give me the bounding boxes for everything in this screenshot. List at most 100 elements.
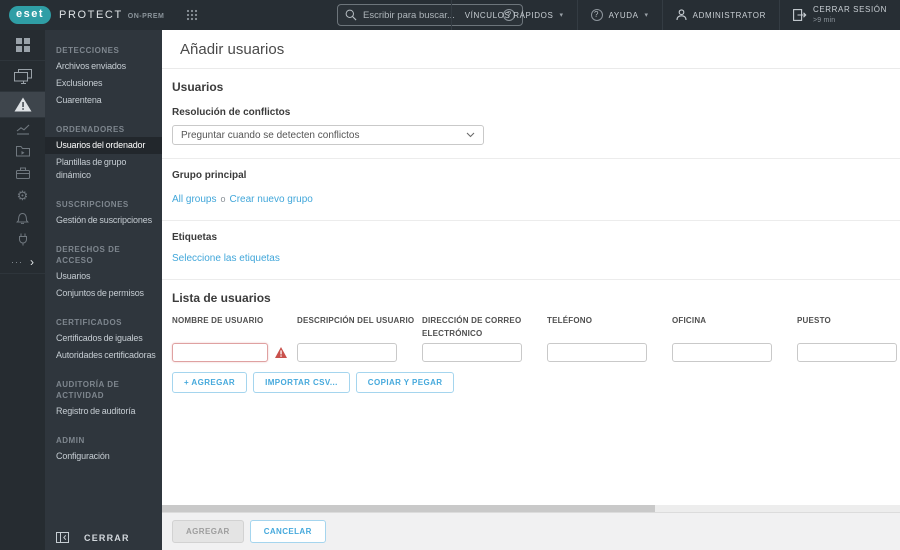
logout-icon bbox=[793, 9, 807, 21]
rail-item-dashboard[interactable] bbox=[0, 30, 45, 61]
all-groups-link[interactable]: All groups bbox=[172, 194, 216, 205]
email-input[interactable] bbox=[422, 343, 522, 362]
eset-logo-badge: eset bbox=[9, 6, 52, 24]
logout-button[interactable]: CERRAR SESIÓN >9 min bbox=[778, 0, 900, 30]
table-row bbox=[797, 343, 900, 362]
help-menu[interactable]: ? AYUDA ▾ bbox=[576, 0, 662, 30]
product-name: PROTECT bbox=[59, 9, 123, 21]
computers-icon bbox=[13, 68, 32, 84]
row-buttons: + AGREGAR IMPORTAR CSV... COPIAR Y PEGAR bbox=[172, 372, 900, 393]
session-timer: >9 min bbox=[812, 16, 836, 24]
quick-links-label: VÍNCULOS RÁPIDOS bbox=[464, 10, 554, 20]
chevron-right-icon: › bbox=[30, 254, 34, 269]
user-list-title: Lista de usuarios bbox=[172, 291, 271, 305]
cancel-button[interactable]: CANCELAR bbox=[249, 520, 326, 543]
section-header-ordenadores: ORDENADORES bbox=[56, 125, 125, 134]
collapse-sidebar-button[interactable]: CERRAR bbox=[45, 532, 162, 543]
or-separator: o bbox=[220, 194, 226, 204]
user-label: ADMINISTRATOR bbox=[692, 10, 766, 20]
table-row bbox=[172, 343, 297, 362]
validation-warning-icon bbox=[275, 347, 287, 358]
sidebar-item-usuarios[interactable]: Usuarios bbox=[45, 268, 162, 285]
users-section: Usuarios Resolución de conflictos Pregun… bbox=[162, 69, 900, 159]
sidebar-submenu: DETECCIONES Archivos enviados Exclusione… bbox=[45, 30, 162, 550]
sidebar-item-cuarentena[interactable]: Cuarentena bbox=[45, 92, 162, 109]
sidebar-item-exclusiones[interactable]: Exclusiones bbox=[45, 75, 162, 92]
top-bar: eset PROTECT ON-PREM ? VÍNCULOS RÁPIDOS … bbox=[0, 0, 900, 30]
rail-item-reports[interactable] bbox=[0, 118, 45, 140]
sidebar-item-archivos-enviados[interactable]: Archivos enviados bbox=[45, 58, 162, 75]
chevron-down-icon: ▾ bbox=[559, 12, 564, 19]
bell-icon bbox=[16, 212, 29, 224]
users-section-title: Usuarios bbox=[172, 80, 224, 94]
section-header-derechos-acceso: DERECHOS DE ACCESO bbox=[56, 245, 121, 265]
quick-links-menu[interactable]: VÍNCULOS RÁPIDOS ▾ bbox=[450, 0, 577, 30]
section-header-detecciones: DETECCIONES bbox=[56, 46, 120, 55]
rail-item-policies[interactable]: ⚙ bbox=[0, 184, 45, 206]
select-tags-link[interactable]: Seleccione las etiquetas bbox=[172, 253, 280, 264]
sidebar-item-gestion-suscripciones[interactable]: Gestión de suscripciones bbox=[45, 212, 162, 229]
add-row-button[interactable]: + AGREGAR bbox=[172, 372, 248, 393]
tags-label: Etiquetas bbox=[172, 232, 218, 243]
rail-item-installers[interactable] bbox=[0, 162, 45, 184]
help-icon: ? bbox=[590, 9, 603, 21]
eset-logo: eset PROTECT ON-PREM bbox=[0, 6, 164, 24]
table-row bbox=[672, 343, 797, 362]
rail-item-more[interactable]: ··· › bbox=[0, 250, 45, 274]
user-menu[interactable]: ADMINISTRATOR bbox=[661, 0, 779, 30]
copy-paste-button[interactable]: COPIAR Y PEGAR bbox=[355, 372, 455, 393]
footer-bar: AGREGAR CANCELAR bbox=[162, 512, 900, 550]
table-row bbox=[547, 343, 672, 362]
folder-icon bbox=[15, 146, 30, 157]
icon-rail: ⚙ ··· › bbox=[0, 30, 45, 550]
logout-label: CERRAR SESIÓN bbox=[812, 4, 887, 14]
rail-item-notifications[interactable] bbox=[0, 206, 45, 228]
parent-group-label: Grupo principal bbox=[172, 170, 247, 181]
sidebar-item-usuarios-del-ordenador[interactable]: Usuarios del ordenador bbox=[45, 137, 162, 154]
column-header-office: OFICINA bbox=[672, 316, 707, 325]
sidebar-item-conjuntos-permisos[interactable]: Conjuntos de permisos bbox=[45, 285, 162, 302]
import-csv-button[interactable]: IMPORTAR CSV... bbox=[253, 372, 350, 393]
user-list-section: Lista de usuarios NOMBRE DE USUARIO DESC… bbox=[162, 280, 900, 406]
conflict-resolution-select[interactable]: Preguntar cuando se detecten conflictos bbox=[172, 125, 484, 145]
collapse-label: CERRAR bbox=[84, 532, 130, 543]
sidebar-item-autoridades-certificadoras[interactable]: Autoridades certificadoras bbox=[45, 347, 162, 364]
warning-triangle-icon bbox=[14, 97, 31, 112]
collapse-icon bbox=[56, 532, 69, 543]
sidebar-item-configuracion[interactable]: Configuración bbox=[45, 448, 162, 465]
section-header-certificados: CERTIFICADOS bbox=[56, 318, 122, 327]
section-header-suscripciones: SUSCRIPCIONES bbox=[56, 200, 129, 209]
chevron-down-icon: ▾ bbox=[644, 12, 649, 19]
office-input[interactable] bbox=[672, 343, 772, 362]
plug-icon bbox=[18, 233, 27, 245]
column-header-email: DIRECCIÓN DE CORREO ELECTRÓNICO bbox=[422, 316, 522, 338]
phone-input[interactable] bbox=[547, 343, 647, 362]
section-header-admin: ADMIN bbox=[56, 436, 85, 445]
horizontal-scrollbar-thumb[interactable] bbox=[162, 505, 655, 512]
app-grid-button[interactable] bbox=[186, 9, 198, 21]
sidebar-item-plantillas-grupo-dinamico[interactable]: Plantillas de grupo dinámico bbox=[45, 154, 162, 184]
rail-item-detections[interactable] bbox=[0, 92, 45, 118]
user-description-input[interactable] bbox=[297, 343, 397, 362]
rail-item-computers[interactable] bbox=[0, 61, 45, 92]
sidebar-item-registro-auditoria[interactable]: Registro de auditoría bbox=[45, 403, 162, 420]
submit-add-button[interactable]: AGREGAR bbox=[172, 520, 244, 543]
rail-item-tasks[interactable] bbox=[0, 140, 45, 162]
rail-item-status-overview[interactable] bbox=[0, 228, 45, 250]
username-input[interactable] bbox=[172, 343, 268, 362]
position-input[interactable] bbox=[797, 343, 897, 362]
conflict-resolution-value: Preguntar cuando se detecten conflictos bbox=[181, 129, 360, 141]
horizontal-scrollbar[interactable] bbox=[162, 505, 900, 512]
create-new-group-link[interactable]: Crear nuevo grupo bbox=[229, 194, 312, 205]
product-edition: ON-PREM bbox=[127, 12, 165, 20]
chevron-down-icon bbox=[466, 132, 475, 138]
help-label: AYUDA bbox=[608, 10, 639, 20]
section-header-auditoria: AUDITORÍA DE ACTIVIDAD bbox=[56, 380, 120, 400]
column-header-username: NOMBRE DE USUARIO bbox=[172, 316, 264, 325]
column-header-position: PUESTO bbox=[797, 316, 831, 325]
parent-group-section: Grupo principal All groups o Crear nuevo g… bbox=[162, 159, 900, 221]
user-icon bbox=[676, 9, 687, 21]
conflict-resolution-label: Resolución de conflictos bbox=[172, 107, 291, 118]
sidebar-item-certificados-iguales[interactable]: Certificados de iguales bbox=[45, 330, 162, 347]
dashboard-icon bbox=[15, 38, 30, 52]
